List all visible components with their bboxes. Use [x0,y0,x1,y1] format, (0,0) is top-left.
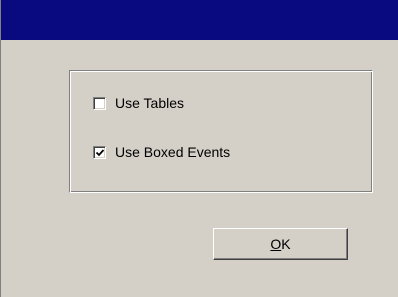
ok-label-rest: K [281,236,291,252]
use-tables-label: Use Tables [115,95,185,111]
checkmark-icon [95,148,105,156]
use-tables-checkbox[interactable] [93,96,106,110]
ok-button[interactable]: OK [213,228,348,260]
ok-button-label: OK [270,236,290,252]
use-boxed-events-option[interactable]: Use Boxed Events [93,143,230,161]
options-group-box [69,70,373,193]
use-tables-option[interactable]: Use Tables [93,94,184,112]
title-bar[interactable] [1,0,398,40]
use-boxed-events-label: Use Boxed Events [115,144,231,160]
ok-accelerator-key: O [270,236,282,252]
options-dialog: Use Tables Use Boxed Events OK [0,0,398,297]
use-boxed-events-checkbox[interactable] [93,145,106,159]
